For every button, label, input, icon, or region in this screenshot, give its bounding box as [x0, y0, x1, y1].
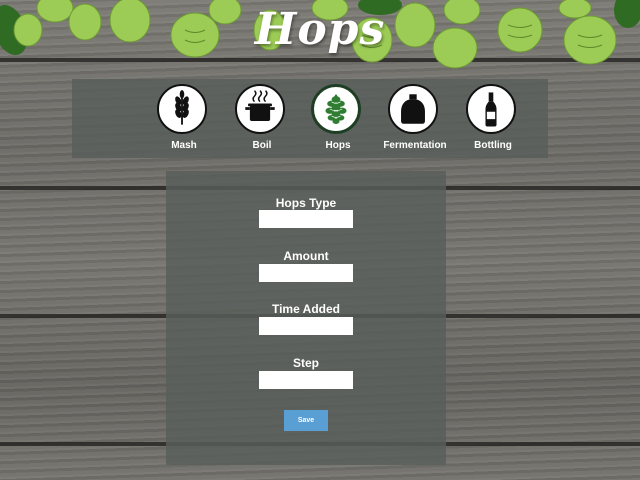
hop-cone-icon [311, 84, 361, 134]
save-button[interactable]: Save [284, 410, 328, 431]
step-input[interactable] [259, 371, 353, 389]
wheat-icon [157, 84, 207, 134]
time-added-input[interactable] [259, 317, 353, 335]
time-added-label: Time Added [271, 302, 340, 316]
hops-type-label: Hops Type [275, 196, 337, 210]
boil-pot-icon [235, 84, 285, 134]
nav-label: Bottling [474, 140, 512, 151]
bottle-icon [466, 84, 516, 134]
carboy-icon [388, 84, 438, 134]
amount-input[interactable] [259, 264, 353, 282]
step-label: Step [292, 356, 319, 370]
page-title: Hops [254, 4, 386, 55]
hops-form: Hops Type Amount Time Added Step Save [166, 171, 446, 465]
nav-item-bottling[interactable]: Bottling [453, 83, 533, 155]
hops-type-input[interactable] [259, 210, 353, 228]
step-nav: Mash Boil Hops Fermentation Bottling [72, 79, 548, 158]
amount-label: Amount [283, 249, 329, 263]
